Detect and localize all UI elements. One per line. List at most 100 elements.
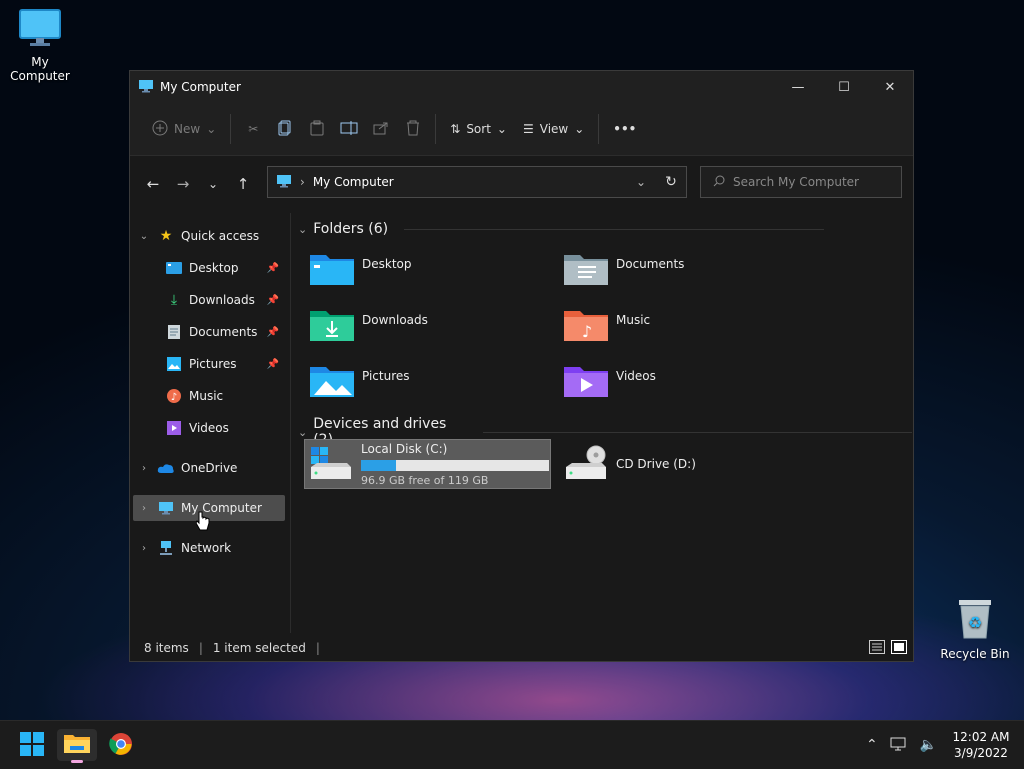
chevron-down-icon: ⌄ (298, 425, 308, 439)
taskbar-file-explorer[interactable] (57, 729, 97, 763)
chevron-up-icon[interactable]: ⌃ (866, 737, 878, 753)
rename-icon (340, 120, 358, 138)
cut-button[interactable]: ✂ (237, 113, 269, 145)
rename-button[interactable] (333, 113, 365, 145)
forward-button[interactable]: → (168, 169, 198, 199)
folder-documents[interactable]: Documents (564, 251, 794, 290)
clipboard-icon (310, 120, 324, 139)
sidebar-item-videos[interactable]: Videos (133, 415, 285, 441)
sidebar-item-label: Network (181, 541, 232, 555)
share-icon (373, 121, 389, 138)
sidebar-item-documents[interactable]: Documents 📌 (133, 319, 285, 345)
delete-button[interactable] (397, 113, 429, 145)
breadcrumb-item[interactable]: My Computer (313, 175, 394, 189)
details-view-icon[interactable] (869, 639, 885, 657)
volume-icon[interactable]: 🔈 (920, 737, 937, 753)
folder-videos[interactable]: Videos (564, 363, 794, 402)
chevron-down-icon: ⌄ (574, 122, 585, 136)
sort-arrows-icon: ⇅ (450, 122, 461, 136)
divider (598, 114, 600, 144)
paste-button[interactable] (301, 113, 333, 145)
folder-pictures[interactable]: Pictures (310, 363, 540, 402)
item-count: 8 items (144, 641, 189, 655)
chevron-down-icon: ⌄ (496, 122, 507, 136)
arrow-left-icon: ← (146, 175, 160, 193)
copy-button[interactable] (269, 113, 301, 145)
desktop-icon-recycle-bin[interactable]: ♻ Recycle Bin (935, 596, 1015, 661)
clock[interactable]: 12:02 AM 3/9/2022 (946, 729, 1016, 761)
sidebar-item-pictures[interactable]: Pictures 📌 (133, 351, 285, 377)
minimize-button[interactable]: — (775, 71, 821, 103)
folder-label: Music (616, 313, 651, 327)
documents-folder-icon (564, 251, 608, 290)
new-button-label: New (174, 122, 201, 136)
group-header-folders[interactable]: ⌄ Folders (6) (298, 221, 825, 237)
copy-icon (278, 120, 292, 139)
sidebar-item-onedrive[interactable]: › OneDrive (133, 455, 285, 481)
sidebar-item-label: OneDrive (181, 461, 238, 475)
downloads-folder-icon (310, 307, 354, 346)
title-bar[interactable]: My Computer — ☐ ✕ (130, 71, 913, 103)
more-options-button[interactable]: ••• (605, 113, 644, 145)
folder-label: Desktop (362, 257, 412, 271)
sidebar-item-desktop[interactable]: Desktop 📌 (133, 255, 285, 281)
music-note-icon: ♪ (163, 389, 185, 403)
sidebar-item-quick-access[interactable]: ⌄ ★ Quick access (133, 223, 285, 249)
trash-icon (406, 120, 420, 139)
desktop-icon-my-computer[interactable]: My Computer (0, 8, 80, 83)
large-icons-view-icon[interactable] (891, 639, 907, 657)
pictures-folder-icon (310, 363, 354, 402)
sidebar-item-music[interactable]: ♪ Music (133, 383, 285, 409)
folder-downloads[interactable]: Downloads (310, 307, 540, 346)
sidebar-item-downloads[interactable]: ⤓ Downloads 📌 (133, 287, 285, 313)
desktop-folder-icon (310, 251, 354, 290)
sidebar-item-label: Music (189, 389, 224, 403)
folder-music[interactable]: ♪ Music (564, 307, 794, 346)
share-button[interactable] (365, 113, 397, 145)
network-icon[interactable] (890, 736, 908, 755)
address-history-button[interactable]: ⌄ (626, 167, 656, 197)
videos-folder-icon (564, 363, 608, 402)
pin-icon[interactable]: 📌 (267, 295, 279, 306)
search-placeholder: Search My Computer (733, 175, 859, 189)
folder-label: Pictures (362, 369, 410, 383)
search-box[interactable]: Search My Computer (700, 166, 902, 198)
arrow-right-icon: → (176, 175, 190, 193)
chevron-down-icon[interactable]: ⌄ (133, 231, 155, 242)
pin-icon[interactable]: 📌 (267, 263, 279, 274)
mouse-cursor-icon (195, 511, 210, 534)
drive-cd-d[interactable]: CD Drive (D:) (564, 441, 794, 487)
chevron-right-icon[interactable]: › (133, 543, 155, 554)
start-button[interactable] (12, 729, 52, 761)
recent-locations-button[interactable]: ⌄ (198, 169, 228, 199)
taskbar-chrome[interactable] (101, 729, 141, 761)
up-button[interactable]: ↑ (228, 169, 258, 199)
pin-icon[interactable]: 📌 (267, 359, 279, 370)
drive-local-disk-c[interactable]: Local Disk (C:) 96.9 GB free of 119 GB (304, 439, 551, 489)
download-arrow-icon: ⤓ (170, 292, 178, 308)
star-icon: ★ (159, 228, 173, 244)
back-button[interactable]: ← (138, 169, 168, 199)
drive-label: CD Drive (D:) (616, 457, 696, 471)
sidebar-item-network[interactable]: › Network (133, 535, 285, 561)
view-button[interactable]: ☰ View ⌄ (515, 113, 592, 145)
refresh-icon: ↻ (665, 174, 677, 190)
new-button[interactable]: New ⌄ (144, 113, 224, 145)
drive-label: Local Disk (C:) (361, 441, 448, 456)
divider (230, 114, 232, 144)
chevron-right-icon[interactable]: › (133, 503, 155, 514)
address-bar[interactable]: › My Computer ⌄ ↻ (267, 166, 687, 198)
chevron-right-icon[interactable]: › (133, 463, 155, 474)
close-button[interactable]: ✕ (867, 71, 913, 103)
chevron-right-icon: › (300, 175, 305, 189)
refresh-button[interactable]: ↻ (656, 167, 686, 197)
folder-desktop[interactable]: Desktop (310, 251, 540, 290)
svg-text:♪: ♪ (171, 392, 177, 403)
system-tray: ⌃ 🔈 (866, 721, 937, 769)
pin-icon[interactable]: 📌 (267, 327, 279, 338)
chrome-icon (109, 732, 133, 759)
sort-button[interactable]: ⇅ Sort ⌄ (442, 113, 515, 145)
drive-free-space: 96.9 GB free of 119 GB (361, 473, 489, 487)
folder-icon (64, 733, 90, 758)
maximize-button[interactable]: ☐ (821, 71, 867, 103)
